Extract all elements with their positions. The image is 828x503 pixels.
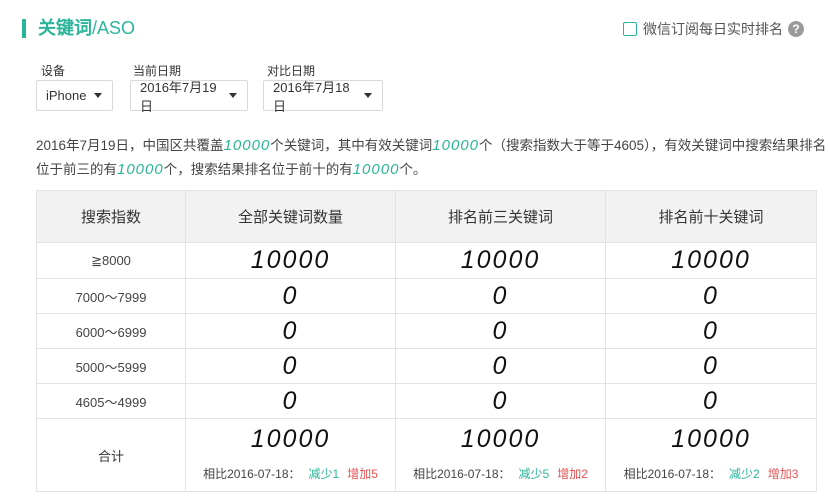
decrease-text: 减少1	[308, 467, 340, 481]
summary-text: 2016年7月19日，中国区共覆盖10000个关键词，其中有效关键词10000个…	[36, 134, 828, 182]
chevron-down-icon	[94, 93, 103, 98]
all-count-cell: 0	[185, 313, 396, 349]
table-row: ≧8000 10000 10000 10000	[36, 242, 817, 279]
keyword-stats-table: 搜索指数 全部关键词数量 排名前三关键词 排名前十关键词 ≧8000 10000…	[36, 190, 817, 492]
top10-count-cell: 0	[605, 313, 817, 349]
total-label: 合计	[36, 418, 186, 492]
all-count-cell: 0	[185, 278, 396, 314]
all-count-cell: 0	[185, 348, 396, 384]
compare-text: 相比2016-07-18：	[623, 467, 721, 481]
help-icon[interactable]: ?	[788, 21, 804, 37]
total-top3-cell: 10000 相比2016-07-18： 减少5 增加2	[395, 418, 606, 492]
device-label: 设备	[41, 64, 66, 78]
table-row: 5000～5999 0 0 0	[36, 348, 817, 384]
summary-part: 个关键词，其中有效关键词	[270, 138, 433, 153]
increase-text: 增加5	[347, 467, 378, 481]
title-main: 关键词	[38, 18, 92, 38]
total-top10-cell: 10000 相比2016-07-18： 减少2 增加3	[605, 418, 817, 492]
summary-number: 10000	[352, 161, 400, 178]
compare-date-select[interactable]: 2016年7月18日	[263, 80, 383, 114]
current-date-select[interactable]: 2016年7月19日	[130, 80, 248, 114]
compare-line: 相比2016-07-18： 减少5 增加2	[396, 457, 605, 491]
decrease-text: 减少2	[729, 467, 760, 481]
increase-text: 增加2	[557, 467, 588, 481]
range-cell: 6000～6999	[36, 313, 186, 349]
compare-text: 相比2016-07-18：	[413, 467, 511, 481]
decrease-text: 减少5	[518, 467, 550, 481]
top10-count-cell: 0	[605, 383, 817, 419]
top3-count-cell: 0	[395, 383, 606, 419]
range-cell: 5000～5999	[36, 348, 186, 384]
subscribe-checkbox[interactable]	[623, 22, 637, 36]
header-top3-keywords: 排名前三关键词	[395, 190, 606, 243]
total-value: 10000	[250, 425, 331, 453]
top3-count-cell: 10000	[395, 242, 606, 279]
chevron-down-icon	[364, 93, 372, 98]
header-top10-keywords: 排名前十关键词	[605, 190, 817, 243]
summary-part: 个。	[399, 162, 427, 177]
total-value: 10000	[671, 425, 751, 453]
top10-count-cell: 10000	[605, 242, 817, 279]
top3-count-cell: 0	[395, 348, 606, 384]
header-all-keywords: 全部关键词数量	[185, 190, 396, 243]
total-value: 10000	[460, 425, 541, 453]
header-search-index: 搜索指数	[36, 190, 186, 243]
summary-part: 2016年7月19日，中国区共覆盖	[36, 138, 224, 153]
range-cell: ≧8000	[36, 242, 186, 279]
top10-count-cell: 0	[605, 348, 817, 384]
summary-number: 10000	[432, 137, 479, 154]
wechat-subscribe[interactable]: 微信订阅每日实时排名 ?	[623, 19, 804, 39]
range-cell: 4605～4999	[36, 383, 186, 419]
total-all-cell: 10000 相比2016-07-18： 减少1 增加5	[185, 418, 396, 492]
compare-line: 相比2016-07-18： 减少1 增加5	[186, 457, 395, 491]
all-count-cell: 0	[185, 383, 396, 419]
table-header-row: 搜索指数 全部关键词数量 排名前三关键词 排名前十关键词	[36, 190, 817, 243]
page-title: 关键词/ASO	[38, 16, 135, 40]
all-count-cell: 10000	[185, 242, 396, 279]
current-date-value: 2016年7月19日	[140, 79, 217, 114]
top3-count-cell: 0	[395, 313, 606, 349]
title-suffix: /ASO	[92, 18, 136, 38]
table-row: 4605～4999 0 0 0	[36, 383, 817, 419]
subscribe-label[interactable]: 微信订阅每日实时排名	[643, 19, 783, 39]
summary-number: 10000	[117, 161, 164, 178]
compare-line: 相比2016-07-18： 减少2 增加3	[606, 457, 816, 491]
summary-number: 10000	[223, 137, 271, 154]
summary-part: 个，搜索结果排名位于前十的有	[163, 162, 353, 177]
top3-count-cell: 0	[395, 278, 606, 314]
table-row: 7000～7999 0 0 0	[36, 278, 817, 314]
compare-text: 相比2016-07-18：	[203, 467, 301, 481]
top10-count-cell: 0	[605, 278, 817, 314]
range-cell: 7000～7999	[36, 278, 186, 314]
compare-date-value: 2016年7月18日	[273, 79, 350, 114]
table-row: 6000～6999 0 0 0	[36, 313, 817, 349]
title-accent-bar	[22, 19, 26, 38]
section-header: 关键词/ASO 微信订阅每日实时排名 ?	[22, 16, 812, 42]
device-select[interactable]: iPhone	[36, 80, 113, 111]
device-value: iPhone	[46, 88, 87, 103]
increase-text: 增加3	[767, 467, 799, 481]
chevron-down-icon	[229, 93, 237, 98]
table-total-row: 合计 10000 相比2016-07-18： 减少1 增加5 10000 相比201…	[36, 418, 817, 492]
